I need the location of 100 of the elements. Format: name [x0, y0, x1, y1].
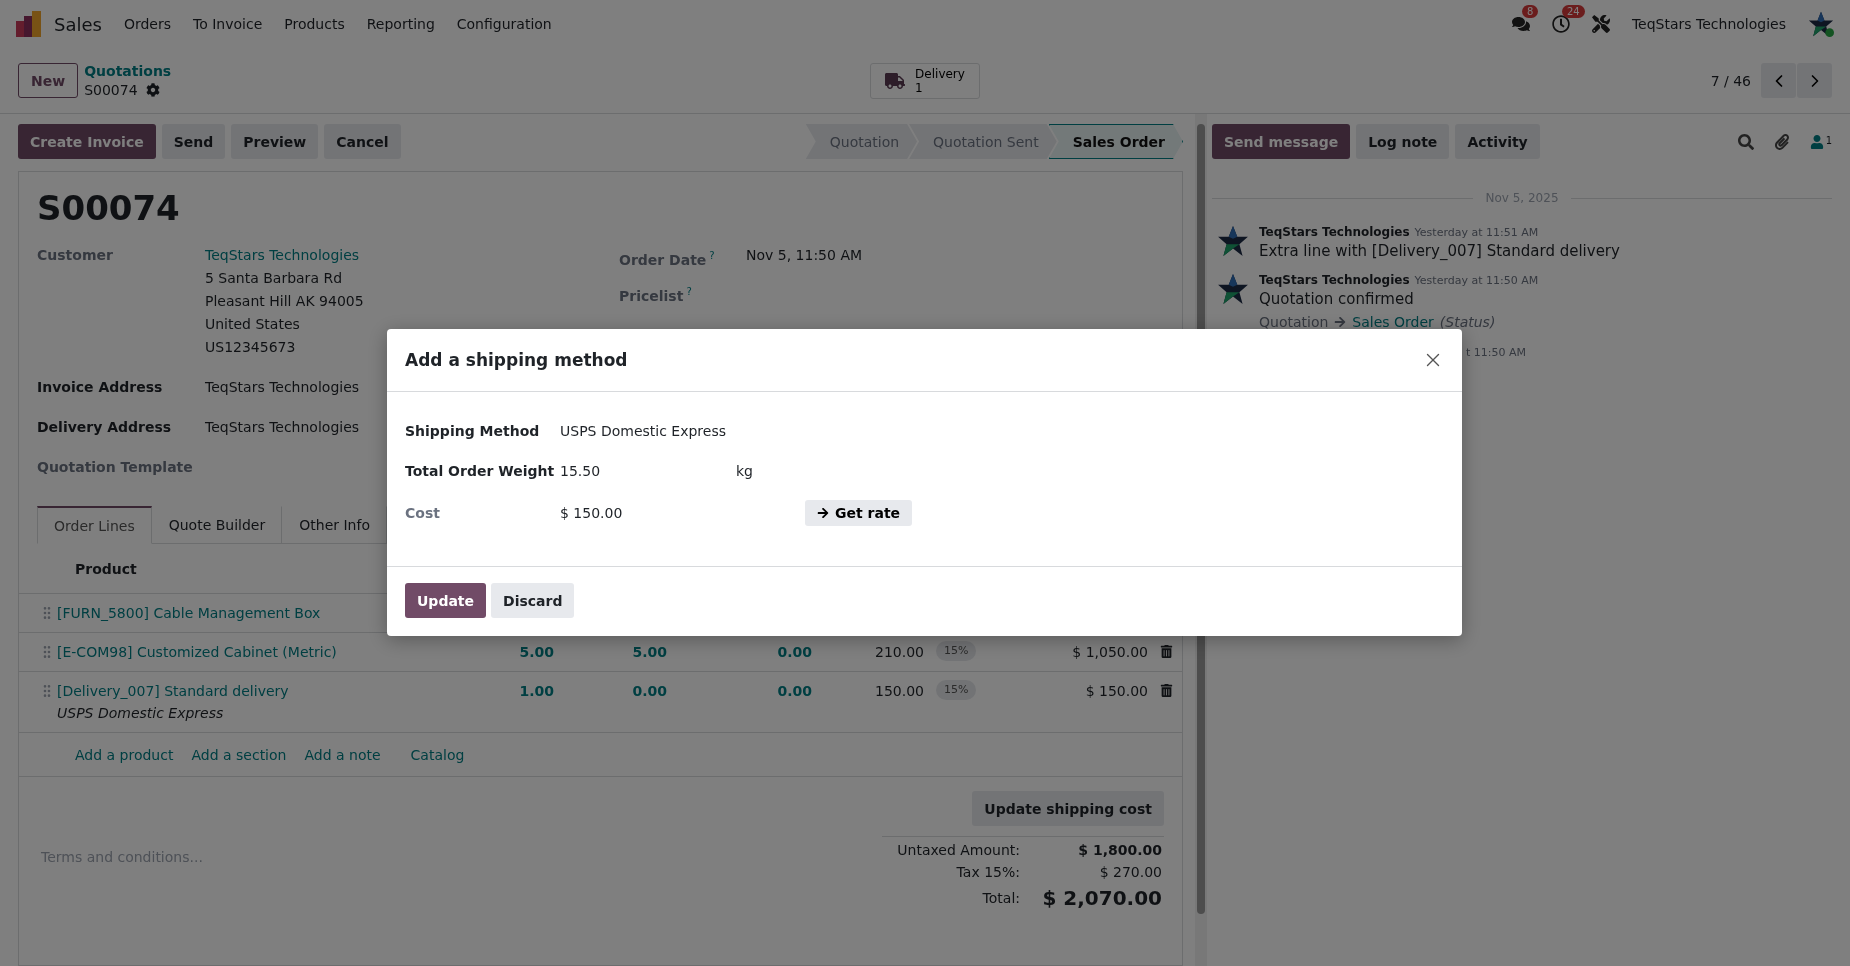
message-author: TeqStars Technologies: [1259, 225, 1410, 239]
chatter-button[interactable]: Send message: [1212, 124, 1351, 159]
tax-tag: 15%: [936, 680, 977, 700]
app-logo-icon: [16, 11, 42, 37]
message-time: t 11:50 AM: [1466, 346, 1527, 359]
table-cell-text: 210.00: [874, 643, 924, 662]
clock-icon[interactable]: [1551, 15, 1570, 33]
field-value: TeqStars Technologies: [205, 378, 360, 397]
menu-item[interactable]: Products: [284, 16, 345, 32]
product-link[interactable]: [Delivery_007] Standard delivery: [57, 680, 477, 702]
count-badge: 8: [1521, 5, 1539, 18]
chatter-button[interactable]: Log note: [1356, 124, 1450, 159]
trash-icon[interactable]: [1160, 645, 1173, 658]
address-line: 5 Santa Barbara Rd: [205, 269, 343, 288]
app-name[interactable]: Sales: [54, 13, 102, 35]
message-text: Quotation confirmed: [1259, 289, 1415, 310]
field-value: TeqStars Technologies: [205, 418, 360, 437]
unit-label: kg: [736, 463, 754, 479]
new-value-link[interactable]: Sales Order: [1352, 311, 1434, 333]
get-rate-button[interactable]: Get rate: [805, 500, 913, 526]
star-avatar-icon: [1808, 11, 1834, 37]
field-name: (Status): [1439, 313, 1496, 332]
new-button[interactable]: New: [18, 63, 79, 98]
menu-item[interactable]: To Invoice: [193, 16, 263, 32]
help-mark[interactable]: ?: [709, 250, 715, 261]
tab[interactable]: Order Lines: [37, 506, 152, 544]
address-line: Pleasant Hill AK 94005: [205, 292, 364, 311]
help-mark[interactable]: ?: [686, 285, 692, 297]
message-text: Extra line with [Delivery_007] Standard delivery: [1259, 241, 1620, 262]
field-label: Delivery Address: [37, 418, 173, 437]
breadcrumb-link[interactable]: Quotations: [84, 61, 172, 81]
company-name[interactable]: TeqStars Technologies: [1631, 16, 1786, 32]
field-value[interactable]: USPS Domestic Express: [560, 423, 736, 439]
trash-icon[interactable]: [1160, 684, 1173, 697]
arrow-icon: [1334, 316, 1347, 328]
field-label: Order Date: [619, 251, 707, 268]
paperclip-icon[interactable]: [1773, 133, 1790, 150]
field-label: Pricelist: [619, 287, 684, 304]
message-time: Yesterday at 11:50 AM: [1414, 274, 1539, 287]
field-value[interactable]: $ 150.00: [560, 505, 736, 521]
dialog-title: Add a shipping method: [405, 350, 628, 370]
field-value[interactable]: 15.50: [560, 463, 736, 479]
table-cell-text: 5.00: [631, 643, 667, 662]
menu-item[interactable]: Configuration: [456, 16, 552, 32]
address-line: US12345673: [205, 338, 296, 357]
tax-tag: 15%: [936, 641, 977, 661]
dialog-button[interactable]: Discard: [491, 583, 575, 618]
truck-icon: [885, 70, 906, 91]
field-label: Invoice Address: [37, 378, 164, 397]
add-line-link[interactable]: Add a note: [304, 746, 381, 763]
table-cell-text: 5.00: [518, 643, 554, 662]
field-label: Shipping Method: [405, 423, 541, 439]
field-value: Nov 5, 11:50 AM: [746, 246, 864, 265]
add-line-link[interactable]: Catalog: [410, 746, 465, 763]
product-link[interactable]: [E-COM98] Customized Cabinet (Metric): [57, 641, 477, 663]
action-button[interactable]: Send: [161, 124, 226, 159]
pager-value: 7 / 46: [1710, 72, 1751, 89]
message-time: Yesterday at 11:51 AM: [1414, 226, 1539, 239]
arrow-icon: [817, 507, 829, 519]
address-line: United States: [205, 315, 300, 334]
table-cell-text: 1.00: [518, 682, 554, 701]
search-icon[interactable]: [1737, 133, 1754, 150]
tab[interactable]: Quote Builder: [151, 506, 283, 544]
table-cell-text: $ 1,050.00: [1071, 643, 1148, 662]
table-cell-text: 0.00: [631, 682, 667, 701]
field-label: Total Order Weight: [405, 463, 556, 479]
action-button[interactable]: Create Invoice: [18, 124, 156, 159]
action-button[interactable]: Cancel: [324, 124, 401, 159]
delivery-smart-button[interactable]: Delivery 1: [870, 62, 980, 99]
table-cell-text: $ 150.00: [1084, 682, 1148, 701]
menu-item[interactable]: Reporting: [366, 16, 435, 32]
menu-item[interactable]: Orders: [123, 16, 171, 32]
total-label: Tax 15%:: [955, 863, 1021, 882]
settings-icon[interactable]: [145, 83, 160, 97]
action-button[interactable]: Preview: [231, 124, 319, 159]
message-author: TeqStars Technologies: [1259, 273, 1410, 287]
record-name: S00074: [84, 80, 138, 100]
add-line-link[interactable]: Add a section: [191, 746, 287, 763]
table-cell-text: 150.00: [874, 682, 924, 701]
chat-icon[interactable]: [1511, 15, 1530, 33]
user-icon[interactable]: [1809, 134, 1824, 149]
field-label: Quotation Template: [37, 458, 194, 477]
total-value: $ 270.00: [1098, 863, 1162, 882]
status-step[interactable]: Quotation Sent: [909, 124, 1057, 159]
table-cell-text: 0.00: [776, 643, 812, 662]
status-step[interactable]: Sales Order: [1048, 124, 1183, 159]
add-line-link[interactable]: Add a product: [75, 746, 174, 763]
table-cell-text: 0.00: [776, 682, 812, 701]
status-step[interactable]: Quotation: [805, 124, 918, 159]
customer-link[interactable]: TeqStars Technologies: [205, 244, 360, 267]
update-shipping-button[interactable]: Update shipping cost: [972, 791, 1164, 826]
total-label: Total:: [981, 889, 1021, 908]
chatter-button[interactable]: Activity: [1455, 124, 1540, 159]
column-header[interactable]: Product: [75, 560, 137, 577]
tools-icon[interactable]: [1591, 15, 1610, 33]
star-avatar-icon: [1217, 225, 1249, 257]
total-value: $ 2,070.00: [1041, 885, 1162, 912]
total-label: Untaxed Amount:: [896, 841, 1021, 860]
dialog-button[interactable]: Update: [405, 583, 487, 618]
tab[interactable]: Other Info: [282, 506, 387, 544]
